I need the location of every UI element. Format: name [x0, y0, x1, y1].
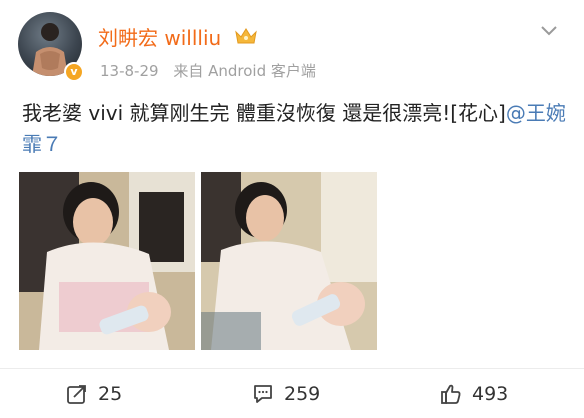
like-count: 493 — [472, 383, 509, 405]
post-text-main: 我老婆 vivi 就算刚生完 體重沒恢復 還是很漂亮![花心] — [22, 101, 506, 125]
post-timestamp: 13-8-29 — [100, 62, 159, 80]
thumbs-up-icon — [441, 384, 461, 404]
comment-button[interactable]: 259 — [252, 378, 320, 410]
comment-icon — [254, 385, 272, 403]
like-button[interactable]: 493 — [440, 378, 508, 410]
post-photo-1[interactable] — [19, 172, 195, 350]
post-source: 来自 Android 客户端 — [173, 62, 316, 80]
crown-icon — [235, 28, 257, 44]
chevron-down-icon[interactable] — [540, 25, 558, 37]
repost-count: 25 — [98, 383, 123, 405]
post-text: 我老婆 vivi 就算刚生完 體重沒恢復 還是很漂亮![花心]@王婉霏７ — [22, 98, 567, 160]
post-meta: 13-8-29 来自 Android 客户端 — [100, 60, 316, 81]
repost-icon — [67, 385, 86, 404]
comment-count: 259 — [284, 383, 321, 405]
post-photo-2[interactable] — [201, 172, 377, 350]
verified-badge: v — [64, 62, 84, 82]
author-name[interactable]: 刘畊宏 willliu — [98, 22, 221, 51]
repost-button[interactable]: 25 — [66, 378, 122, 410]
action-bar-divider — [0, 368, 584, 369]
